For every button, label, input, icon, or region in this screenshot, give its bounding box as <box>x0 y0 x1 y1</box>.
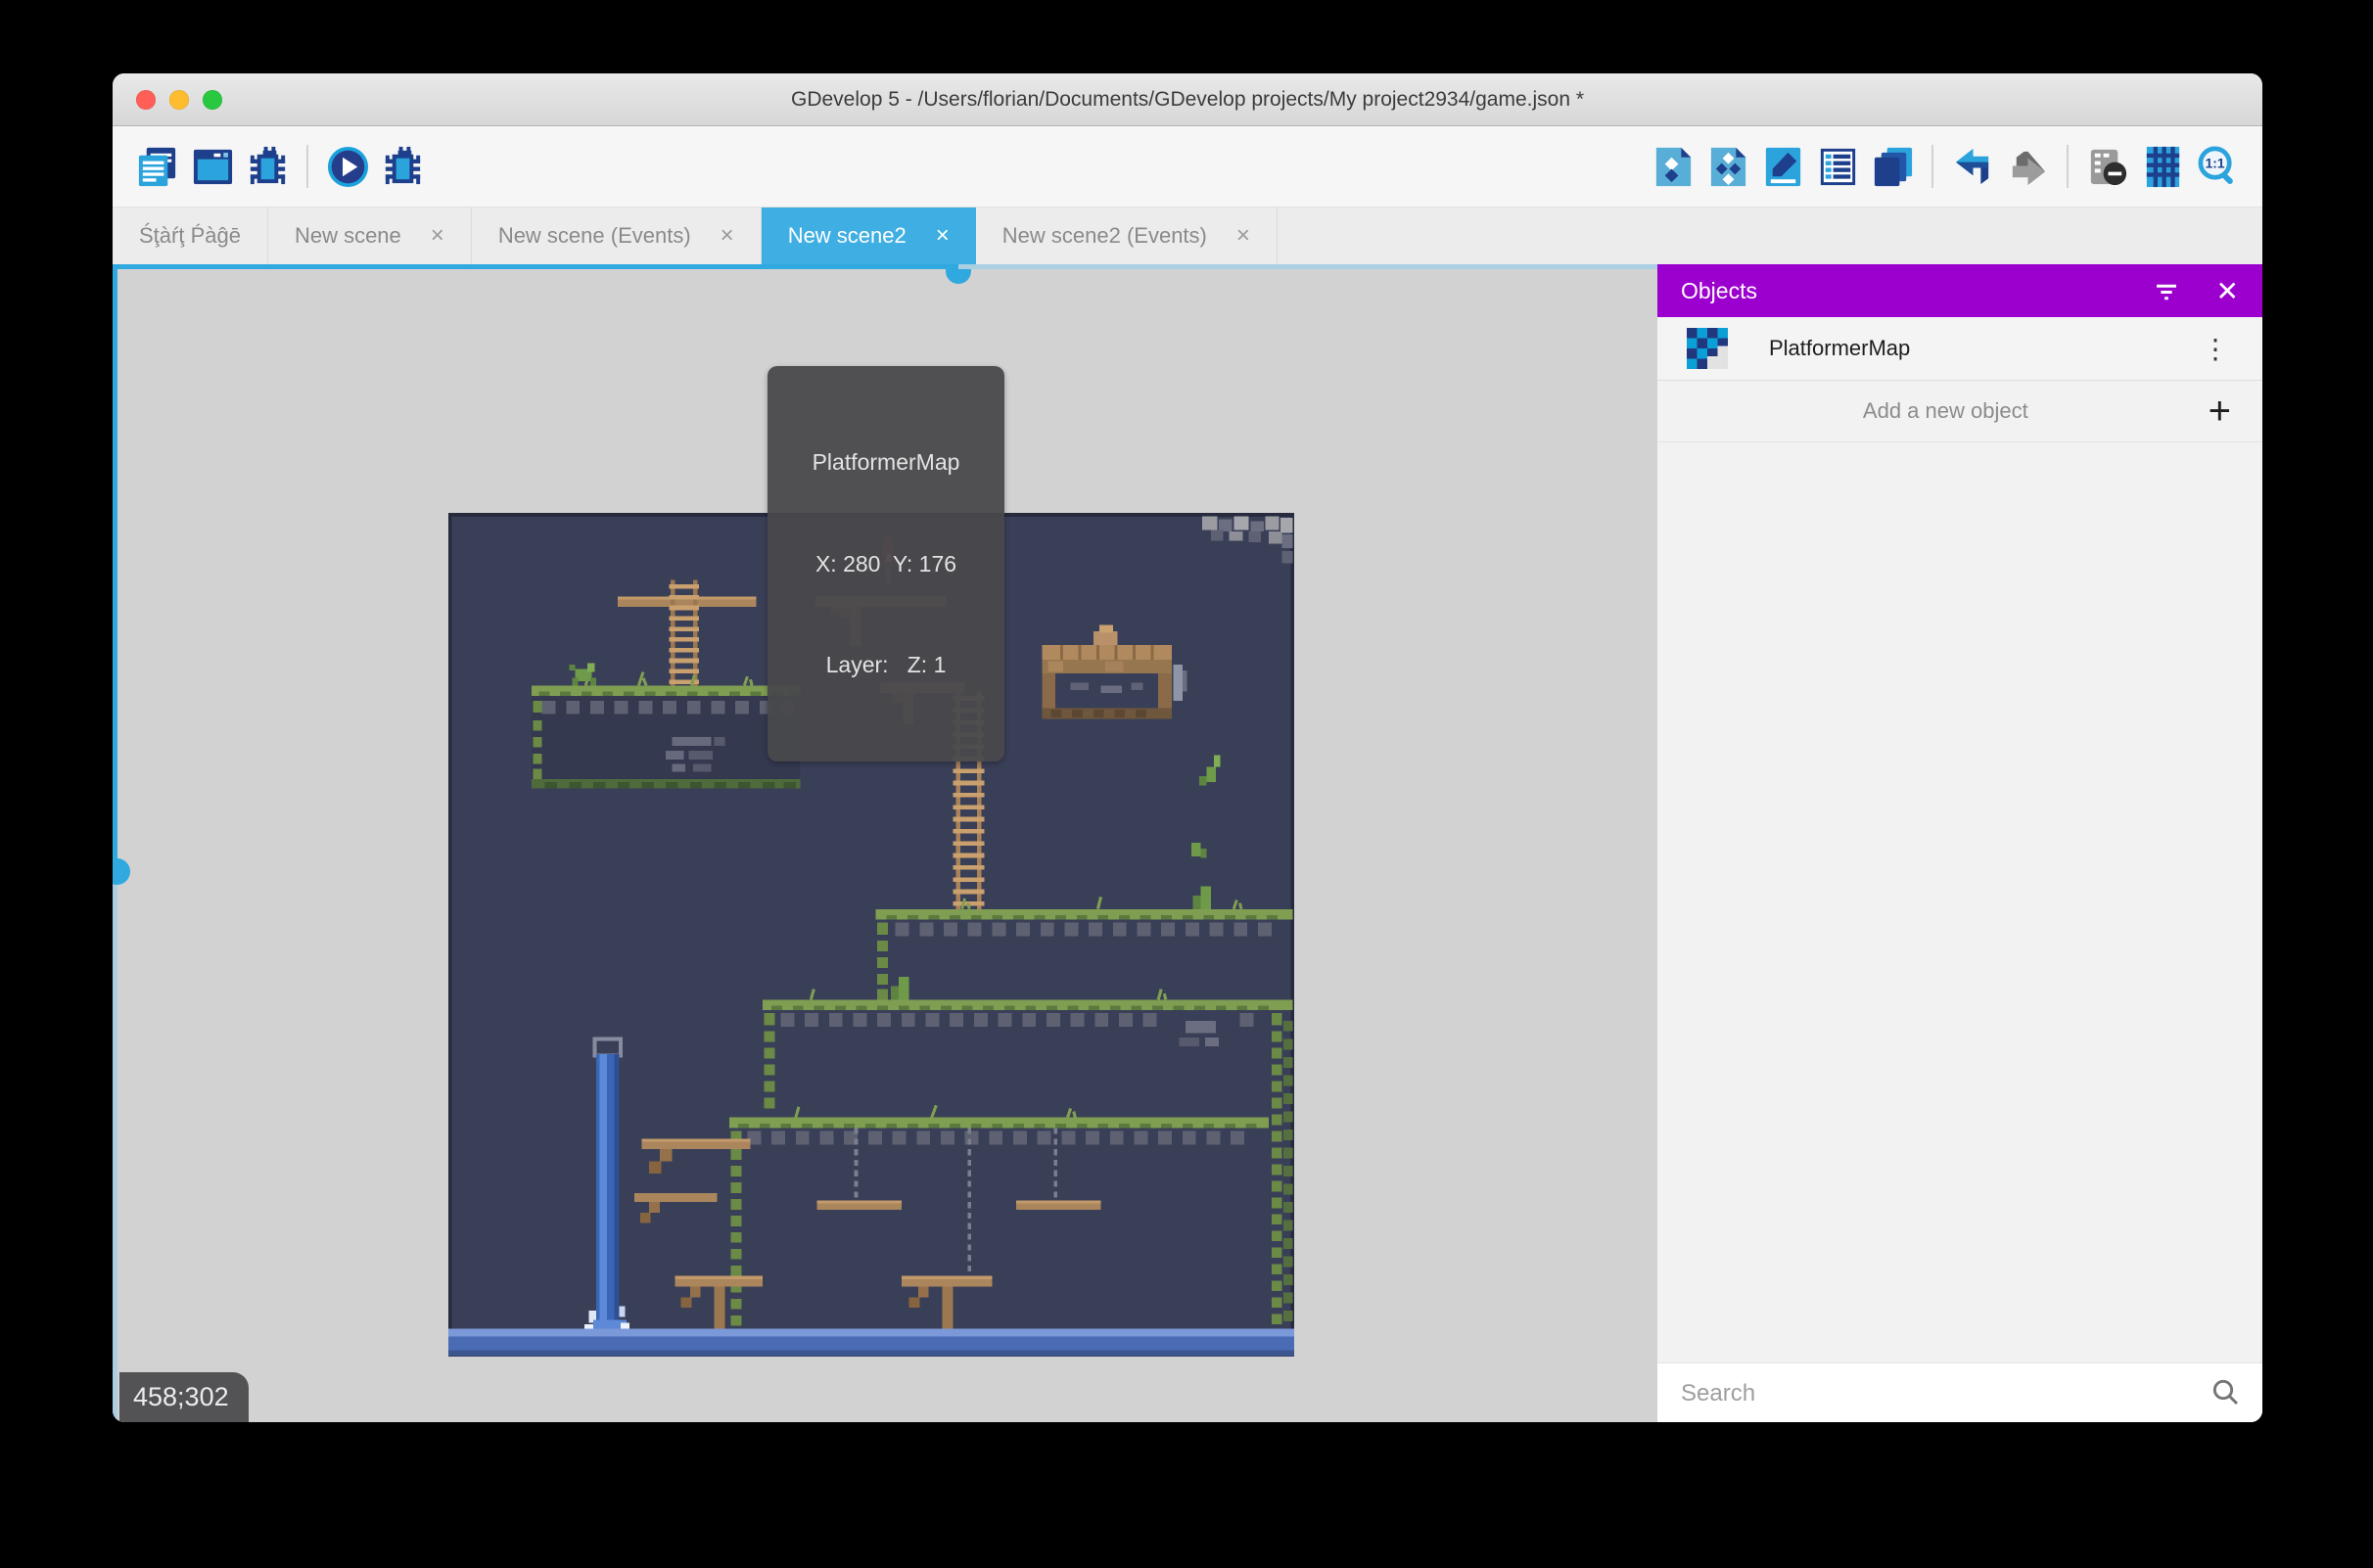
horizontal-split-handle[interactable] <box>946 269 971 284</box>
toolbar-separator <box>1931 145 1933 188</box>
scene-editor-canvas[interactable]: PlatformerMap X: 280 Y: 176 Layer: Z: 1 … <box>113 264 1657 1422</box>
objects-panel-title: Objects <box>1681 278 1757 304</box>
editor-tabs: Śţàŕţ Ṕàĝē New scene × New scene (Events)… <box>113 208 2262 264</box>
zoom-1-1-icon[interactable]: 1:1 <box>2190 139 2245 194</box>
close-window-button[interactable] <box>136 90 156 110</box>
toolbar-separator <box>2067 145 2069 188</box>
objects-editor-icon[interactable] <box>1646 139 1700 194</box>
objects-search-bar <box>1657 1362 2262 1422</box>
toolbar-separator <box>306 145 308 188</box>
tab-label: New scene2 <box>788 223 907 249</box>
titlebar: GDevelop 5 - /Users/florian/Documents/GD… <box>113 73 2262 126</box>
tab-start-page[interactable]: Śţàŕţ Ṕàĝē <box>113 208 268 264</box>
tab-label: New scene2 (Events) <box>1002 223 1207 249</box>
tab-label: New scene <box>295 223 401 249</box>
tab-close-icon[interactable]: × <box>1236 224 1250 248</box>
cursor-coordinates-badge: 458;302 <box>119 1372 249 1422</box>
search-icon[interactable] <box>2210 1376 2241 1412</box>
tab-close-icon[interactable]: × <box>936 224 950 248</box>
kebab-menu-icon[interactable]: ⋮ <box>2188 333 2245 365</box>
editor-highlight-border-top <box>113 264 958 269</box>
fullscreen-window-button[interactable] <box>203 90 222 110</box>
grid-icon[interactable] <box>2135 139 2190 194</box>
redo-icon[interactable] <box>2000 139 2055 194</box>
vertical-split-handle[interactable] <box>113 858 130 885</box>
objects-panel-body <box>1657 442 2262 1362</box>
editor-border-top <box>958 264 1657 269</box>
tooltip-object-name: PlatformerMap <box>777 445 995 480</box>
instances-list-icon[interactable] <box>1810 139 1865 194</box>
project-manager-icon[interactable] <box>130 139 185 194</box>
layers-icon[interactable] <box>1865 139 1920 194</box>
objects-panel-header: Objects ✕ <box>1657 264 2262 317</box>
add-object-label: Add a new object <box>1683 398 2209 424</box>
object-name-label: PlatformerMap <box>1769 336 1910 361</box>
search-input[interactable] <box>1679 1379 2210 1408</box>
filter-icon[interactable] <box>2152 276 2181 305</box>
plus-icon[interactable]: + <box>2209 392 2231 431</box>
render-mask-icon[interactable] <box>2080 139 2135 194</box>
tab-new-scene2[interactable]: New scene2 × <box>762 208 976 264</box>
properties-icon[interactable] <box>1755 139 1810 194</box>
minimize-window-button[interactable] <box>169 90 189 110</box>
tab-close-icon[interactable]: × <box>721 224 734 248</box>
svg-text:1:1: 1:1 <box>2205 156 2224 170</box>
close-icon[interactable]: ✕ <box>2216 275 2239 307</box>
tab-new-scene-events[interactable]: New scene (Events) × <box>472 208 762 264</box>
debugger-icon[interactable] <box>240 139 295 194</box>
debug-preview-icon[interactable] <box>375 139 430 194</box>
undo-icon[interactable] <box>1945 139 2000 194</box>
gdevelop-window: GDevelop 5 - /Users/florian/Documents/GD… <box>113 73 2262 1422</box>
tooltip-layer: Layer: Z: 1 <box>777 648 995 682</box>
tab-new-scene[interactable]: New scene × <box>268 208 472 264</box>
scene-window-icon[interactable] <box>185 139 240 194</box>
tab-new-scene2-events[interactable]: New scene2 (Events) × <box>976 208 1278 264</box>
instance-tooltip: PlatformerMap X: 280 Y: 176 Layer: Z: 1 <box>768 366 1004 761</box>
tilemap-thumbnail-icon <box>1687 328 1728 369</box>
editor-highlight-border-left <box>113 264 117 863</box>
tab-label: New scene (Events) <box>498 223 691 249</box>
editor-border-left <box>113 885 117 1422</box>
main-toolbar: 1:1 <box>113 126 2262 208</box>
objects-panel: Objects ✕ PlatformerMap ⋮ Add a new obje… <box>1657 264 2262 1422</box>
tab-label: Śţàŕţ Ṕàĝē <box>139 223 241 249</box>
add-object-row[interactable]: Add a new object + <box>1657 381 2262 442</box>
tooltip-position: X: 280 Y: 176 <box>777 547 995 581</box>
window-title: GDevelop 5 - /Users/florian/Documents/GD… <box>113 88 2262 112</box>
tab-close-icon[interactable]: × <box>431 224 444 248</box>
object-list-item-platformermap[interactable]: PlatformerMap ⋮ <box>1657 317 2262 381</box>
object-groups-icon[interactable] <box>1700 139 1755 194</box>
preview-play-icon[interactable] <box>320 139 375 194</box>
